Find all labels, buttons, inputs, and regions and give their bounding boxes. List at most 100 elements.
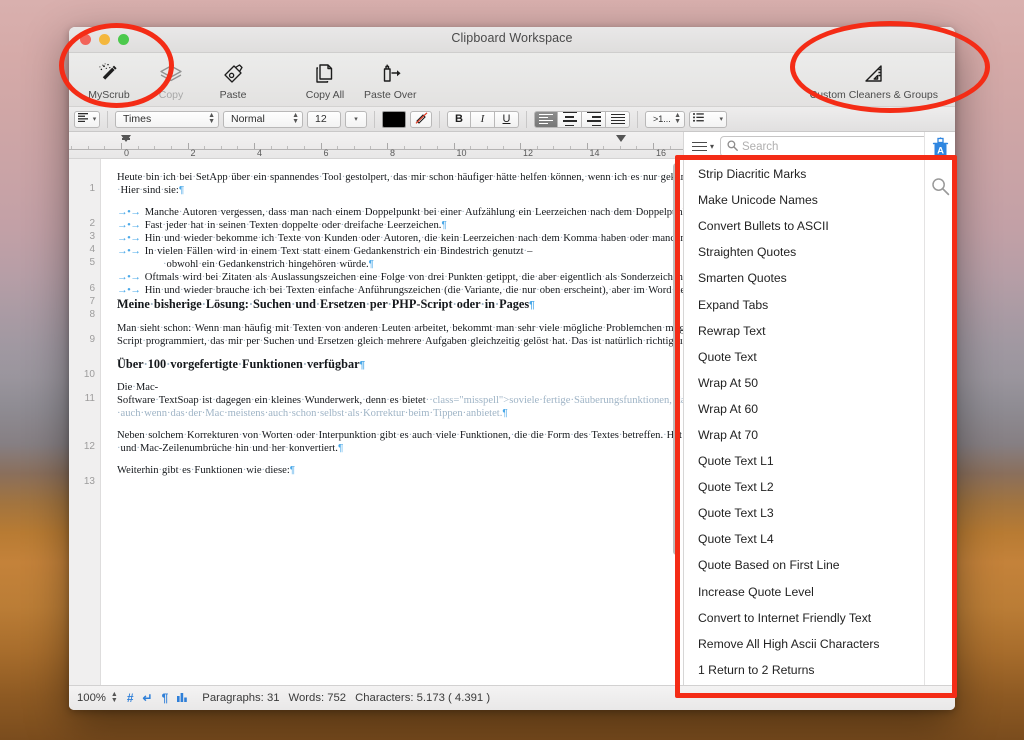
cleaner-list-item[interactable]: Quote Based on First Line	[684, 552, 955, 578]
cleaners-list[interactable]: Strip Diacritic Marks Make Unicode Names C…	[684, 161, 955, 685]
magnifier-icon[interactable]	[931, 177, 950, 201]
ruler-left-indent-marker[interactable]	[121, 135, 131, 142]
cleaner-list-item[interactable]: Quote Text	[684, 344, 955, 370]
ruler-tick	[453, 143, 455, 149]
bold-button[interactable]: B	[447, 110, 471, 128]
ruler-number: 4	[257, 148, 263, 158]
cleaner-list-item[interactable]: Smarten Quotes	[684, 265, 955, 291]
document-paragraph[interactable]: Man·sieht·schon:·Wenn·man·häufig·mit·Tex…	[117, 322, 683, 348]
ruler-tick	[653, 143, 654, 149]
cleaner-list-item[interactable]: Wrap At 50	[684, 370, 955, 396]
font-family-dropdown[interactable]: Times ▲ ▼	[115, 110, 219, 128]
list-style-dropdown[interactable]: ▾	[689, 110, 727, 128]
document-heading[interactable]: Über·100·vorgefertigte·Funktionen·verfüg…	[117, 357, 667, 373]
document-text[interactable]: Heute·bin·ich·bei·SetApp·über·ein·spanne…	[101, 159, 683, 685]
cleaner-list-item[interactable]: Wrap At 70	[684, 422, 955, 448]
toolbar-button-myscrub[interactable]: MyScrub	[78, 59, 140, 101]
cleaner-list-item[interactable]: Quote Text L3	[684, 500, 955, 526]
document-paragraph[interactable]: Neben·solchem·Korrekturen·von·Worten·ode…	[117, 429, 683, 455]
align-justify-button[interactable]	[606, 110, 630, 128]
cleaner-list-item[interactable]: Wrap At 60	[684, 396, 955, 422]
font-style-value: Normal	[231, 113, 265, 125]
ruler-tick-minor	[303, 146, 305, 149]
cleaner-list-item[interactable]: Straighten Quotes	[684, 239, 955, 265]
cleaner-list-item[interactable]: Increase Quote Level	[684, 579, 955, 605]
line-spacing-dropdown[interactable]: >1... ▲ ▼	[645, 110, 685, 128]
ruler-tick-minor	[436, 146, 438, 149]
ruler-number: 8	[390, 148, 396, 158]
divider	[107, 110, 108, 128]
line-number: 13	[83, 476, 95, 487]
toolbar-label: Paste	[219, 88, 247, 101]
document-paragraph[interactable]: Weiterhin·gibt·es·Funktionen·wie·diese:¶	[117, 464, 667, 477]
document-heading[interactable]: Meine·bisherige·Lösung:·Suchen·und·Erset…	[117, 297, 667, 313]
document-paragraph[interactable]: Die·Mac-Software·TextSoap·ist·dagegen·ei…	[117, 381, 683, 420]
text-color-swatch[interactable]	[382, 110, 406, 128]
bulleted-list-icon	[693, 113, 704, 125]
align-right-button[interactable]	[582, 110, 606, 128]
cleaner-list-item[interactable]: Remove All High Ascii Characters	[684, 631, 955, 657]
cleaner-list-item[interactable]: Strip Diacritic Marks	[684, 161, 955, 187]
cleaner-list-item[interactable]: Quote Text L2	[684, 474, 955, 500]
toolbar-button-custom-cleaners[interactable]: Custom Cleaners & Groups	[802, 59, 946, 101]
cleaner-list-item[interactable]: Quote Text L4	[684, 526, 955, 552]
ruler-tick-minor	[137, 146, 139, 149]
align-left-button[interactable]	[534, 110, 558, 128]
toolbar-button-paste-over[interactable]: Paste Over	[356, 59, 425, 101]
font-style-dropdown[interactable]: Normal ▲ ▼	[223, 110, 303, 128]
ruler[interactable]: -2024681012141618	[69, 132, 683, 159]
ruler-tick-minor	[154, 146, 156, 149]
search-input[interactable]: Search	[720, 136, 947, 157]
ruler-right-indent-marker[interactable]	[616, 135, 626, 142]
document-bullet[interactable]: →•→ Hin·und·wieder·brauche·ich·bei·Texte…	[117, 284, 683, 297]
cleaner-list-item[interactable]: Convert to Internet Friendly Text	[684, 605, 955, 631]
align-center-button[interactable]	[558, 110, 582, 128]
toolbar-button-copy[interactable]: Copy	[140, 59, 202, 101]
line-number-gutter: 1 2 3 4 5 6 7 8 9 10 11 12 13	[69, 159, 101, 685]
highlight-button[interactable]	[410, 110, 432, 128]
ruler-tick-minor	[71, 146, 73, 149]
document-bullet[interactable]: →•→ In·vielen·Fällen·wird·in·einem·Text·…	[117, 245, 667, 271]
document-vertical-scrollbar[interactable]	[672, 163, 681, 679]
cleaner-list-item[interactable]: Make Unicode Names	[684, 187, 955, 213]
ruler-tick-minor	[170, 146, 172, 149]
ruler-tick-minor	[553, 146, 555, 149]
italic-button[interactable]: I	[471, 110, 495, 128]
panel-menu-button[interactable]: ▾	[692, 139, 714, 154]
window-titlebar: Clipboard Workspace	[69, 27, 955, 53]
ruler-tick	[320, 143, 322, 149]
paragraph-style-dropdown[interactable]: ▾	[74, 110, 100, 128]
bar-chart-icon[interactable]	[177, 691, 189, 705]
document-bullet[interactable]: →•→ Manche·Autoren·vergessen,·dass·man·n…	[117, 206, 683, 219]
line-number: 10	[83, 369, 95, 380]
cleaner-list-item[interactable]: Convert Bullets to ASCII	[684, 213, 955, 239]
cleaner-list-item[interactable]: 1 Return to 2 Returns	[684, 657, 955, 683]
ruler-number: 12	[523, 148, 534, 158]
zoom-control[interactable]: 100% ▲ ▼	[77, 691, 118, 704]
cleaner-list-item[interactable]: Expand Tabs	[684, 291, 955, 317]
pilcrow-icon[interactable]: ¶	[162, 691, 169, 705]
copy-all-pages-icon	[313, 61, 337, 87]
font-size-dropdown[interactable]: ▾	[345, 110, 367, 128]
font-size-input[interactable]: 12	[307, 110, 341, 128]
document-bullet[interactable]: →•→ Oftmals·wird·bei·Zitaten·als·Auslass…	[117, 271, 683, 284]
return-arrow-icon[interactable]: ↵	[143, 691, 153, 705]
alignment-group	[534, 110, 630, 128]
ruler-number: 0	[124, 148, 130, 158]
toolbar-button-copy-all[interactable]: Copy All	[294, 59, 356, 101]
document-scroll-area[interactable]: 1 2 3 4 5 6 7 8 9 10 11 12 13 Heute·bin·ich·bei·SetA…	[69, 159, 683, 685]
document-bullet[interactable]: →•→ Hin·und·wieder·bekomme·ich·Texte·von…	[117, 232, 683, 245]
scrollbar-thumb[interactable]	[673, 163, 680, 555]
underline-button[interactable]: U	[495, 110, 519, 128]
document-paragraph[interactable]: Heute·bin·ich·bei·SetApp·über·ein·spanne…	[117, 171, 683, 197]
cleaner-list-item[interactable]: Quote Text L1	[684, 448, 955, 474]
toolbar-button-paste[interactable]: Paste	[202, 59, 264, 101]
hash-icon[interactable]: #	[127, 691, 134, 705]
zoom-level: 100%	[77, 692, 106, 704]
stepper-icon[interactable]: ▲ ▼	[108, 691, 118, 704]
document-bullet[interactable]: →•→ Fast·jeder·hat·in·seinen·Texten·dopp…	[117, 219, 667, 232]
ink-paste-a-icon[interactable]: A	[931, 137, 950, 163]
cleaner-list-item[interactable]: Rewrap Text	[684, 318, 955, 344]
